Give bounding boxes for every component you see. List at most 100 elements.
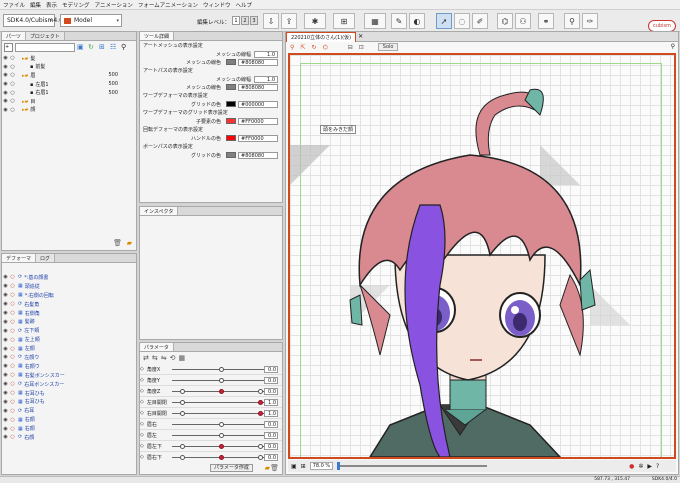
lock-icon[interactable]: ○ <box>9 426 16 432</box>
lock-icon[interactable]: ○ <box>9 434 16 440</box>
key-point[interactable] <box>258 444 264 449</box>
panel-tab[interactable]: デフォーマ <box>2 254 37 262</box>
create-parameter-button[interactable]: パラメータ作成 <box>210 464 253 472</box>
lock-icon[interactable]: ○ <box>9 283 16 289</box>
blend-icon[interactable]: ⇋ <box>161 354 167 362</box>
lock-icon[interactable]: ○ <box>9 319 16 325</box>
key-point[interactable] <box>219 422 224 427</box>
deformer-row[interactable]: ◉ ○ ▦ 髪跡 <box>2 317 136 326</box>
visibility-eye-icon[interactable]: ◉ <box>2 319 9 325</box>
new-folder-icon[interactable]: ▰ <box>127 239 132 247</box>
visibility-eye-icon[interactable]: ◉ <box>2 64 9 70</box>
warp-view-icon[interactable]: ⌬ <box>322 44 327 51</box>
param-visibility-icon[interactable]: ◇ <box>140 377 144 383</box>
lock-icon[interactable]: ○ <box>9 90 16 96</box>
lock-icon[interactable]: ○ <box>9 390 16 396</box>
visibility-eye-icon[interactable]: ◉ <box>2 363 9 369</box>
deformer-row[interactable]: ◉ ○ ⟳ 左顔ウ <box>2 353 136 362</box>
visibility-eye-icon[interactable]: ◉ <box>2 55 9 61</box>
key-point[interactable] <box>179 455 185 460</box>
lock-icon[interactable]: ○ <box>9 363 16 369</box>
document-tab[interactable]: 220210立体のさん(1)(仮) <box>286 31 357 42</box>
deformer-row[interactable]: ◉ ○ ⟳ 左下頬 <box>2 326 136 335</box>
lock-icon[interactable]: ○ <box>9 64 16 70</box>
key-point[interactable] <box>219 444 224 449</box>
key-point[interactable] <box>219 367 224 372</box>
menu-item[interactable]: 表示 <box>46 1 57 9</box>
visibility-eye-icon[interactable]: ◉ <box>2 328 9 334</box>
parameters-tab[interactable]: パラメータ <box>140 343 174 351</box>
visibility-eye-icon[interactable]: ◉ <box>2 98 9 104</box>
param-visibility-icon[interactable]: ◇ <box>140 366 144 372</box>
part-row[interactable]: ◉ ○ ▸▰ 眉 500 <box>2 71 136 80</box>
param-visibility-icon[interactable]: ◇ <box>140 432 144 438</box>
deformer-icon[interactable]: ▦ <box>364 13 386 29</box>
parameter-row[interactable]: ◇ 眉左下 0.0 <box>140 441 282 452</box>
parameter-slider[interactable] <box>172 402 270 403</box>
grid-icon[interactable]: ▦ <box>179 354 186 362</box>
reset-icon[interactable]: ⟲ <box>170 354 176 362</box>
part-row[interactable]: ◉ ○ ▪ 右眉1 500 <box>2 88 136 97</box>
color-hex-input[interactable]: #FF0000 <box>238 117 278 125</box>
parameter-value[interactable]: 1.0 <box>264 409 278 417</box>
param-visibility-icon[interactable]: ◇ <box>140 399 144 405</box>
param-visibility-icon[interactable]: ◇ <box>140 410 144 416</box>
edit-level-button[interactable]: 3 <box>250 16 258 25</box>
deformer-row[interactable]: ◉ ○ ▦ 右顔 <box>2 415 136 424</box>
deformer-row[interactable]: ◉ ○ ▦ 右顔ウ <box>2 362 136 371</box>
menu-item[interactable]: モデリング <box>62 1 90 9</box>
record-icon[interactable]: ● <box>629 463 634 470</box>
color-swatch[interactable] <box>226 101 236 107</box>
deformer-row[interactable]: ◉ ○ ⟳ *:基の顔書 <box>2 273 136 282</box>
visibility-eye-icon[interactable]: ◉ <box>2 346 9 352</box>
deformer-view-icon[interactable]: ⇱ <box>300 44 305 51</box>
mesh-view-icon[interactable]: ⊟ <box>348 44 353 51</box>
fit-icon[interactable]: ⊞ <box>301 463 306 470</box>
visibility-eye-icon[interactable]: ◉ <box>2 72 9 78</box>
lock-icon[interactable]: ○ <box>9 417 16 423</box>
color-hex-input[interactable]: #808080 <box>238 58 278 66</box>
menu-item[interactable]: アニメーション <box>95 1 133 9</box>
deformer-row[interactable]: ◉ ○ ⟳ 右髪角 <box>2 300 136 309</box>
color-swatch[interactable] <box>226 135 236 141</box>
lock-icon[interactable]: ○ <box>9 328 16 334</box>
parameter-row[interactable]: ◇ 角度Y 0.0 <box>140 375 282 386</box>
menu-item[interactable]: フォームアニメーション <box>138 1 198 9</box>
key-point[interactable] <box>219 455 224 460</box>
auto-mesh-icon[interactable]: ✱ <box>304 13 326 29</box>
menu-item[interactable]: ウィンドウ <box>203 1 231 9</box>
inspector-tab[interactable]: インスペクタ <box>140 207 179 215</box>
key-point[interactable] <box>179 444 185 449</box>
parameter-value[interactable]: 0.0 <box>264 420 278 428</box>
viewport-search-icon[interactable]: ⚲ <box>671 43 675 50</box>
parameter-row[interactable]: ◇ 眉右下 0.0 <box>140 452 282 461</box>
part-row[interactable]: ◉ ○ ▪ 左眉1 500 <box>2 80 136 89</box>
lock-icon[interactable]: ○ <box>9 337 16 343</box>
key-point[interactable] <box>219 433 224 438</box>
lock-icon[interactable]: ○ <box>9 55 16 61</box>
lock-icon[interactable]: ○ <box>9 408 16 414</box>
help-icon[interactable]: ? <box>656 463 676 470</box>
visibility-eye-icon[interactable]: ◉ <box>2 390 9 396</box>
folder-add-icon[interactable]: ▣ <box>77 43 86 52</box>
param-visibility-icon[interactable]: ◇ <box>140 443 144 449</box>
menu-item[interactable]: ファイル <box>3 1 25 9</box>
model-select[interactable]: Model ▾ <box>60 14 122 27</box>
parameter-value[interactable]: 0.0 <box>264 365 278 373</box>
lasso-tool-icon[interactable]: ◌ <box>454 13 470 29</box>
lock-icon[interactable]: ○ <box>9 107 16 113</box>
sdk-select[interactable]: SDK4.0/Cubism4.0 ▾ <box>3 14 63 27</box>
visibility-eye-icon[interactable]: ◉ <box>2 408 9 414</box>
visibility-eye-icon[interactable]: ◉ <box>2 301 9 307</box>
link-param-icon[interactable]: ⇄ <box>143 354 149 362</box>
parameter-value[interactable]: 0.0 <box>264 442 278 450</box>
key-point[interactable] <box>219 389 224 394</box>
parameter-row[interactable]: ◇ 角度Z 0.0 <box>140 386 282 397</box>
eraser-icon[interactable]: ◐ <box>409 13 425 29</box>
visibility-eye-icon[interactable]: ◉ <box>2 372 9 378</box>
visibility-eye-icon[interactable]: ◉ <box>2 90 9 96</box>
lock-icon[interactable]: ○ <box>9 72 16 78</box>
lock-icon[interactable]: ○ <box>9 301 16 307</box>
visibility-eye-icon[interactable]: ◉ <box>2 354 9 360</box>
key-point[interactable] <box>179 389 185 394</box>
